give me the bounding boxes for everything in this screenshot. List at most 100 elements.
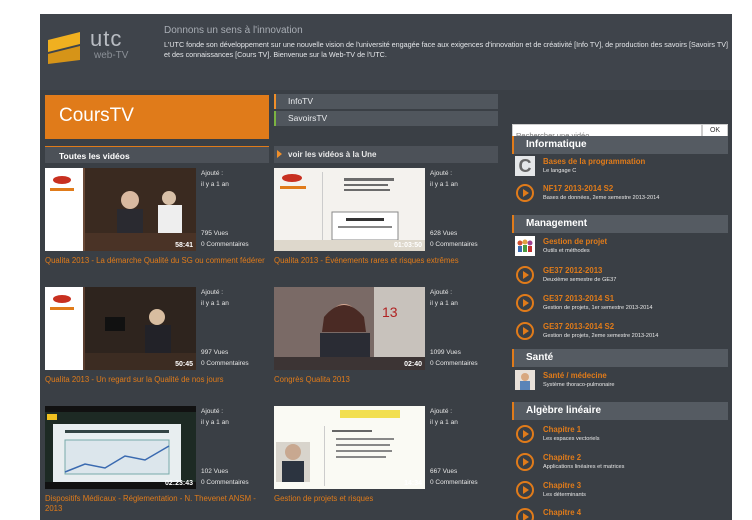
video-title[interactable]: Qualita 2013 - La démarche Qualité du SG…: [45, 256, 271, 266]
video-card[interactable]: 01:03:50 Ajouté : il y a 1 an 628 Vues 0 C…: [274, 168, 496, 278]
utc-logo[interactable]: utc web-TV: [46, 26, 146, 70]
featured-videos-label: voir les vidéos à la Une: [288, 150, 377, 159]
category-informatique[interactable]: Informatique: [512, 136, 728, 154]
utc-logo-icon: [48, 32, 80, 64]
video-added: Ajouté : il y a 1 an: [201, 406, 229, 428]
video-duration: 50:45: [175, 361, 193, 368]
item-title[interactable]: Chapitre 1: [543, 425, 581, 434]
category-item[interactable]: GE37 2012-2013 Deuxième semestre de GE37: [513, 264, 729, 290]
video-title[interactable]: Qualita 2013 - Un regard sur la Qualité …: [45, 375, 271, 385]
video-thumbnail[interactable]: 01:03:50: [274, 168, 425, 251]
video-thumbnail[interactable]: 58:41: [45, 168, 196, 251]
category-item[interactable]: Chapitre 2 Applications linéaires et mat…: [513, 451, 729, 477]
video-title[interactable]: Qualita 2013 - Événements rares et risqu…: [274, 256, 500, 266]
video-added-label: Ajouté :: [430, 289, 453, 296]
video-comments[interactable]: 0 Commentaires: [430, 477, 478, 488]
item-subtitle: Les espaces vectoriels: [543, 436, 600, 442]
video-thumbnail[interactable]: 14:34: [274, 406, 425, 489]
item-title[interactable]: GE37 2012-2013: [543, 266, 602, 275]
play-icon[interactable]: [516, 266, 534, 284]
video-title[interactable]: Gestion de projets et risques: [274, 494, 500, 504]
nav-infotv[interactable]: InfoTV: [274, 94, 498, 109]
header: utc web-TV Donnons un sens à l'innovatio…: [40, 14, 732, 90]
video-views: 1099 Vues: [430, 349, 461, 356]
video-card[interactable]: 14:34 Ajouté : il y a 1 an 667 Vues 0 Comm…: [274, 406, 496, 516]
play-icon[interactable]: [516, 508, 534, 520]
video-stats: 795 Vues 0 Commentaires: [201, 228, 249, 250]
video-comments[interactable]: 0 Commentaires: [201, 358, 249, 369]
video-thumbnail-image: [45, 168, 196, 251]
nav-courstv-label: CoursTV: [59, 105, 134, 126]
tagline: Donnons un sens à l'innovation: [164, 25, 303, 36]
featured-videos-bar[interactable]: voir les vidéos à la Une: [274, 146, 498, 163]
category-sante[interactable]: Santé: [512, 349, 728, 367]
item-title[interactable]: Chapitre 2: [543, 453, 581, 462]
video-thumbnail[interactable]: 02:23:43: [45, 406, 196, 489]
item-title[interactable]: GE37 2013-2014 S2: [543, 322, 614, 331]
video-comments[interactable]: 0 Commentaires: [430, 358, 478, 369]
category-label: Informatique: [526, 139, 587, 150]
item-title[interactable]: Chapitre 4: [543, 508, 581, 517]
play-icon[interactable]: [516, 425, 534, 443]
category-management[interactable]: Management: [512, 215, 728, 233]
play-icon[interactable]: [516, 481, 534, 499]
video-added-label: Ajouté :: [201, 289, 224, 296]
category-item[interactable]: C Bases de la programmation Le langage C: [513, 155, 729, 181]
video-card[interactable]: 50:45 Ajouté : il y a 1 an 997 Vues 0 Comm…: [45, 287, 267, 397]
play-icon[interactable]: [516, 294, 534, 312]
play-icon[interactable]: [516, 184, 534, 202]
item-subtitle: Le langage C: [543, 168, 577, 174]
item-title[interactable]: Gestion de projet: [543, 237, 607, 246]
video-added-ago: il y a 1 an: [430, 419, 458, 426]
category-item[interactable]: Gestion de projet Outils et méthodes: [513, 235, 729, 261]
video-duration: 02:23:43: [164, 480, 193, 487]
video-added-ago: il y a 1 an: [201, 300, 229, 307]
video-thumbnail[interactable]: 50:45: [45, 287, 196, 370]
category-item[interactable]: Chapitre 1 Les espaces vectoriels: [513, 423, 729, 449]
item-subtitle: Applications linéaires et matrices: [543, 464, 625, 470]
nav-courstv[interactable]: CoursTV: [45, 95, 269, 139]
item-title[interactable]: Santé / médecine: [543, 371, 607, 380]
item-subtitle: Gestion de projets, 2eme semestre 2013-2…: [543, 333, 659, 339]
video-added-label: Ajouté :: [201, 408, 224, 415]
video-card[interactable]: 58:41 Ajouté : il y a 1 an 795 Vues 0 Comm…: [45, 168, 267, 278]
c-letter-icon: C: [515, 156, 535, 176]
nav-savoirstv-label: SavoirsTV: [288, 113, 328, 123]
item-title[interactable]: NF17 2013-2014 S2: [543, 184, 613, 193]
video-duration: 02:40: [404, 361, 422, 368]
video-views: 667 Vues: [430, 468, 458, 475]
video-card[interactable]: 02:23:43 Ajouté : il y a 1 an 102 Vues 0 C…: [45, 406, 267, 516]
video-title[interactable]: Dispositifs Médicaux - Réglementation - …: [45, 494, 271, 514]
video-comments[interactable]: 0 Commentaires: [201, 239, 249, 250]
category-label: Algèbre linéaire: [526, 405, 602, 416]
video-views: 997 Vues: [201, 349, 229, 356]
video-thumbnail-image: [274, 168, 425, 251]
item-title[interactable]: Chapitre 3: [543, 481, 581, 490]
video-added-ago: il y a 1 an: [430, 181, 458, 188]
video-added: Ajouté : il y a 1 an: [430, 287, 458, 309]
video-added-ago: il y a 1 an: [201, 419, 229, 426]
video-comments[interactable]: 0 Commentaires: [430, 239, 478, 250]
category-item[interactable]: NF17 2013-2014 S2 Bases de données, 2eme…: [513, 182, 729, 208]
category-item[interactable]: Chapitre 3 Les déterminants: [513, 479, 729, 505]
category-algebre-lineaire[interactable]: Algèbre linéaire: [512, 402, 728, 420]
video-thumbnail-image: [274, 406, 425, 489]
category-item[interactable]: Santé / médecine Système thoraco-pulmona…: [513, 369, 729, 395]
item-subtitle: Outils et méthodes: [543, 248, 590, 254]
item-title[interactable]: GE37 2013-2014 S1: [543, 294, 614, 303]
video-comments[interactable]: 0 Commentaires: [201, 477, 249, 488]
nav-savoirstv[interactable]: SavoirsTV: [274, 111, 498, 126]
video-thumbnail[interactable]: 13 02:40: [274, 287, 425, 370]
item-title[interactable]: Bases de la programmation: [543, 157, 645, 166]
play-icon[interactable]: [516, 322, 534, 340]
play-icon[interactable]: [516, 453, 534, 471]
category-item[interactable]: Chapitre 4: [513, 506, 729, 520]
video-added: Ajouté : il y a 1 an: [201, 287, 229, 309]
all-videos-bar[interactable]: Toutes les vidéos: [45, 146, 269, 163]
arrow-right-icon: [277, 150, 282, 158]
team-icon: [515, 236, 535, 256]
category-item[interactable]: GE37 2013-2014 S1 Gestion de projets, 1e…: [513, 292, 729, 318]
video-card[interactable]: 13 02:40 Ajouté : il y a 1 an 1099 Vues 0 …: [274, 287, 496, 397]
video-title[interactable]: Congrès Qualita 2013: [274, 375, 500, 385]
category-item[interactable]: GE37 2013-2014 S2 Gestion de projets, 2e…: [513, 320, 729, 346]
